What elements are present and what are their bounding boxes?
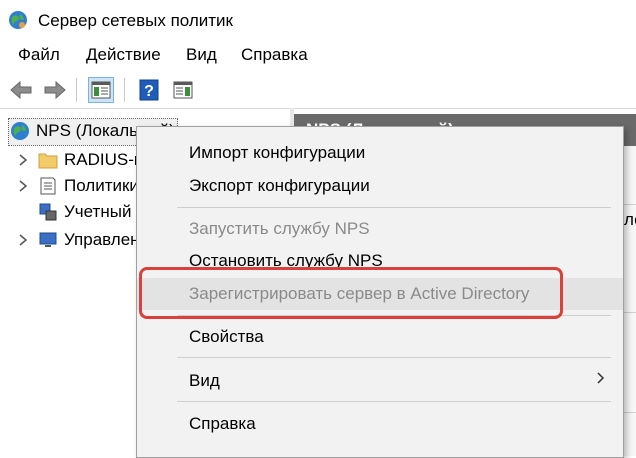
expand-chevron-icon[interactable]: [16, 179, 30, 193]
computer-icon: [39, 232, 57, 247]
menu-file[interactable]: Файл: [14, 45, 64, 65]
ctx-import-config[interactable]: Импорт конфигурации: [137, 137, 623, 169]
nps-globe-icon: [9, 11, 27, 29]
menu-help[interactable]: Справка: [237, 45, 312, 65]
menu-action[interactable]: Действие: [82, 45, 165, 65]
menu-view[interactable]: Вид: [182, 45, 221, 65]
ctx-item-label: Запустить службу NPS: [189, 219, 370, 238]
ctx-item-label: Справка: [189, 414, 256, 433]
toolbar-separator: [124, 78, 125, 102]
svg-text:?: ?: [144, 83, 154, 100]
properties-pane-icon: [173, 81, 193, 99]
ctx-properties[interactable]: Свойства: [137, 321, 623, 353]
tree-item-label: Учетный: [64, 202, 132, 221]
tree-item-policies[interactable]: Политики: [16, 174, 139, 198]
show-hide-tree-button[interactable]: [88, 77, 114, 103]
ctx-item-label: Свойства: [189, 327, 264, 346]
ctx-export-config[interactable]: Экспорт конфигурации: [137, 170, 623, 202]
accounting-icon: [39, 203, 57, 221]
tree-item-accounting[interactable]: Учетный: [38, 200, 131, 224]
help-icon: ?: [139, 79, 159, 101]
expand-chevron-icon[interactable]: [16, 153, 30, 167]
toolbar-separator: [76, 78, 77, 102]
nps-globe-icon: [11, 122, 29, 140]
forward-arrow-icon: [44, 80, 66, 100]
toolbar: ?: [0, 72, 636, 109]
back-button[interactable]: [8, 77, 34, 103]
submenu-chevron-icon: [597, 371, 605, 389]
highlight-annotation: [139, 267, 563, 319]
tree-item-label: Политики: [64, 176, 139, 195]
properties-pane-button[interactable]: [170, 77, 196, 103]
ctx-separator: [177, 401, 611, 402]
menu-bar: Файл Действие Вид Справка: [0, 40, 636, 70]
ctx-separator: [177, 357, 611, 358]
back-arrow-icon: [10, 80, 32, 100]
details-text-fragment: ло: [624, 210, 636, 229]
forward-button[interactable]: [42, 77, 68, 103]
ctx-item-label: Вид: [189, 371, 220, 390]
ctx-separator: [177, 207, 611, 208]
expand-chevron-icon[interactable]: [16, 233, 30, 247]
ctx-item-label: Экспорт конфигурации: [189, 176, 370, 195]
folder-icon: [38, 153, 58, 169]
title-bar: Сервер сетевых политик: [0, 0, 636, 40]
show-hide-tree-icon: [91, 81, 111, 99]
window-title: Сервер сетевых политик: [38, 11, 233, 30]
ctx-view[interactable]: Вид: [137, 365, 623, 397]
ctx-help[interactable]: Справка: [137, 408, 623, 440]
policy-document-icon: [40, 177, 56, 195]
ctx-start-nps[interactable]: Запустить службу NPS: [137, 213, 623, 245]
help-button[interactable]: ?: [136, 77, 162, 103]
ctx-item-label: Импорт конфигурации: [189, 143, 366, 162]
